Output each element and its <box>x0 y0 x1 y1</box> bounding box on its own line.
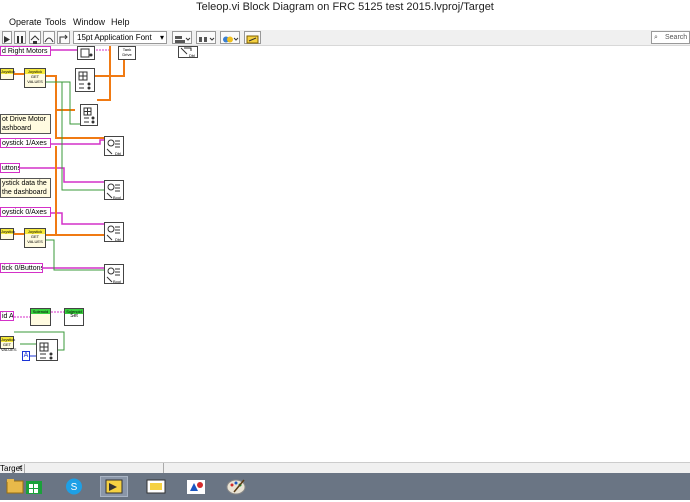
menu-operate[interactable]: Operate <box>9 17 42 27</box>
dashboard-bool-node-2[interactable]: Bool <box>104 264 124 284</box>
menu-tools[interactable]: Tools <box>45 17 66 27</box>
dashboard-dbl-label-2: Dbl <box>115 237 122 242</box>
labview-vi-icon[interactable] <box>100 476 128 497</box>
frc-driver-station-icon[interactable] <box>182 476 210 497</box>
solenoid-set-label: Set <box>70 313 78 319</box>
buttons-terminal[interactable]: uttons <box>0 163 20 173</box>
window-title: Teleop.vi Block Diagram on FRC 5125 test… <box>196 1 494 13</box>
solenoid-terminal[interactable]: id A <box>0 311 14 321</box>
svg-text:S: S <box>71 482 78 493</box>
joystick-ref-node-1[interactable]: Joystick <box>0 68 16 80</box>
comment-joystick-data-line1: ystick data the <box>2 180 47 187</box>
joystick-ref-label-1: Joystick <box>1 69 16 74</box>
tank-drive-vi[interactable]: Tank Drive <box>118 46 136 60</box>
dashboard-dbl-label-1: Dbl <box>115 151 122 156</box>
menu-window[interactable]: Window <box>73 17 105 27</box>
constant-a[interactable]: A <box>22 351 30 361</box>
comment-drive-motor-line1: ot Drive Motor <box>2 116 46 123</box>
search-placeholder: Search <box>665 34 688 41</box>
font-select[interactable]: 15pt Application Font ▾ <box>73 31 167 44</box>
joystick-get-values-label-2: GET VALUES <box>27 234 43 244</box>
get-values-ref-label: GET VALUES <box>1 342 17 352</box>
taskbar: S <box>0 473 690 500</box>
tank-drive-label: Tank Drive <box>122 47 132 57</box>
scroll-divider <box>163 463 164 473</box>
paint-icon[interactable] <box>222 476 250 497</box>
solenoid-ref-header: Solenoid <box>31 309 50 314</box>
dashboard-dbl-node-2[interactable]: Dbl <box>104 222 124 242</box>
solenoid-set-vi[interactable]: Solenoid Set <box>64 308 84 326</box>
step-into-icon[interactable] <box>29 31 41 44</box>
font-select-value: 15pt Application Font <box>77 33 152 42</box>
dashboard-dbl-node-1[interactable]: Dbl <box>104 136 124 156</box>
joystick-get-values-vi-2[interactable]: Joystick GET VALUES <box>24 228 46 248</box>
joystick-get-values-vi-1[interactable]: Joystick GET VALUES <box>24 68 46 88</box>
align-objects-icon[interactable] <box>172 31 192 44</box>
comment-drive-motor-line2: ashboard <box>2 125 32 132</box>
joystick0-buttons-terminal[interactable]: tick 0/Buttons <box>0 263 43 273</box>
skype-icon[interactable]: S <box>60 476 88 497</box>
joystick-ref-label-2: Joystick <box>1 229 16 234</box>
pause-icon[interactable] <box>14 31 26 44</box>
search-icon: ⌕ <box>654 34 658 41</box>
left-right-motors-terminal[interactable]: d Right Motors <box>0 46 51 56</box>
chevron-down-icon: ▾ <box>159 33 164 42</box>
block-diagram[interactable]: d Right Motors oystick 1/Axes uttons oys… <box>0 46 690 462</box>
menu-help[interactable]: Help <box>111 17 130 27</box>
get-values-ref-node[interactable]: Joystick GET VALUES <box>0 336 17 352</box>
wires <box>14 46 198 357</box>
joystick-get-values-label-1: GET VALUES <box>27 74 43 84</box>
search-input[interactable]: ⌕ Search <box>651 31 690 44</box>
toolbar: 15pt Application Font ▾ ⌕ Search <box>0 30 690 46</box>
scroll-left-icon[interactable]: < <box>18 463 23 472</box>
horizontal-scrollbar[interactable]: Target < <box>0 462 690 473</box>
build-cluster-node-3[interactable] <box>36 339 58 361</box>
comment-joystick-data-line2: the dashboard <box>2 189 47 196</box>
build-cluster-node-1[interactable] <box>75 68 95 92</box>
dashboard-dbl-node-top[interactable]: Dbl <box>178 46 198 58</box>
dashboard-dbl-label-top: Dbl <box>189 53 196 58</box>
dashboard-bool-node-1[interactable]: Bool <box>104 180 124 200</box>
comment-drive-motor: ot Drive Motor ashboard <box>0 114 51 134</box>
step-out-icon[interactable] <box>57 31 70 44</box>
menu-bar: Operate Tools Window Help <box>0 15 690 30</box>
windows-store-icon[interactable] <box>20 476 48 497</box>
dashboard-bool-label-2: Bool <box>113 279 122 284</box>
title-bar: Teleop.vi Block Diagram on FRC 5125 test… <box>0 0 690 15</box>
build-cluster-node-2[interactable] <box>80 104 98 126</box>
joystick-ref-node-2[interactable]: Joystick <box>0 228 16 240</box>
joystick0-axes-terminal[interactable]: oystick 0/Axes <box>0 207 51 217</box>
unbundle-node-top[interactable] <box>77 46 95 60</box>
labview-block-diagram-icon[interactable] <box>142 476 170 497</box>
reorder-icon[interactable] <box>220 31 240 44</box>
joystick1-axes-terminal[interactable]: oystick 1/Axes <box>0 138 51 148</box>
cleanup-diagram-icon[interactable] <box>244 31 261 44</box>
dashboard-bool-label-1: Bool <box>113 195 122 200</box>
run-arrow-icon[interactable] <box>2 31 12 44</box>
step-over-icon[interactable] <box>43 31 55 44</box>
solenoid-ref-vi[interactable]: Solenoid <box>30 308 51 326</box>
distribute-objects-icon[interactable] <box>196 31 216 44</box>
comment-joystick-data: ystick data the the dashboard <box>0 178 51 198</box>
